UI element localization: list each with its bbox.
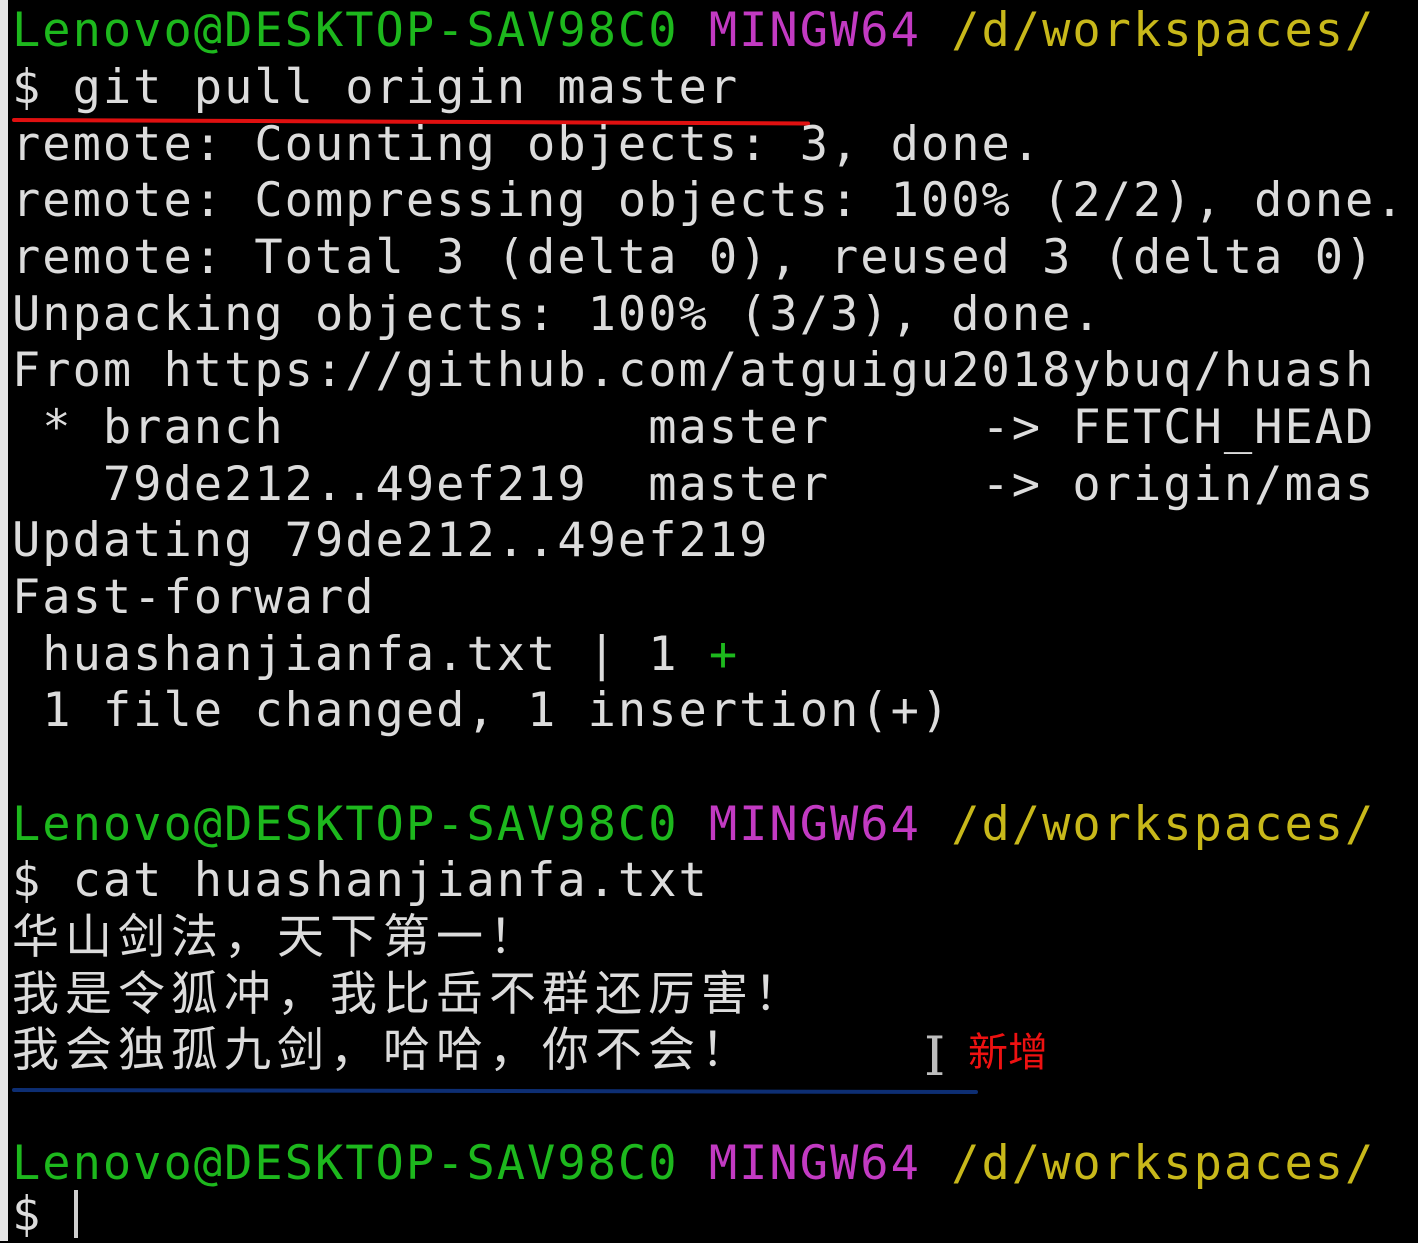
prompt-shell: MINGW64 [708, 3, 921, 58]
output-line: Fast-forward [12, 570, 376, 625]
prompt-line-1: Lenovo@DESKTOP-SAV98C0 MINGW64 /d/worksp… [12, 2, 1375, 59]
prompt-user: Lenovo@DESKTOP-SAV98C0 [12, 1136, 679, 1191]
new-line-annotation: 新增 [968, 1030, 1048, 1076]
diffstat-plus: + [708, 627, 740, 682]
prompt-line-3: Lenovo@DESKTOP-SAV98C0 MINGW64 /d/worksp… [12, 1135, 1375, 1192]
prompt-user: Lenovo@DESKTOP-SAV98C0 [12, 797, 679, 852]
prompt-path: /d/workspaces/ [951, 797, 1376, 852]
output-line: 79de212..49ef219 master -> origin/mas [12, 457, 1376, 512]
output-line: remote: Total 3 (delta 0), reused 3 (del… [12, 230, 1376, 285]
diffstat-summary: 1 file changed, 1 insertion(+) [12, 683, 952, 738]
command-git-pull: $ git pull origin master [12, 60, 740, 115]
output-line: remote: Counting objects: 3, done. [12, 117, 1043, 172]
command-cat: $ cat huashanjianfa.txt [12, 853, 709, 908]
text-cursor [74, 1190, 78, 1238]
blue-underline-annotation [11, 1088, 979, 1095]
output-line: Updating 79de212..49ef219 [12, 513, 770, 568]
output-line: remote: Compressing objects: 100% (2/2),… [12, 173, 1406, 228]
file-content-line-new: 我会独孤九剑，哈哈，你不会！ [12, 1023, 754, 1078]
output-line: From https://github.com/atguigu2018ybuq/… [12, 343, 1376, 398]
prompt-path: /d/workspaces/ [951, 3, 1376, 58]
prompt-line-2: Lenovo@DESKTOP-SAV98C0 MINGW64 /d/worksp… [12, 796, 1375, 853]
diffstat-file: huashanjianfa.txt | 1 [12, 627, 709, 682]
prompt-shell: MINGW64 [708, 1136, 921, 1191]
prompt-shell: MINGW64 [708, 797, 921, 852]
i-beam-icon: I [924, 1025, 946, 1088]
prompt-path: /d/workspaces/ [951, 1136, 1376, 1191]
diffstat-file-line: huashanjianfa.txt | 1 + [12, 626, 739, 683]
output-line: * branch master -> FETCH_HEAD [12, 400, 1376, 455]
command-input-line[interactable]: $ [12, 1186, 73, 1243]
output-line: Unpacking objects: 100% (3/3), done. [12, 287, 1103, 342]
file-content-line: 我是令狐冲，我比岳不群还厉害！ [12, 967, 807, 1022]
file-content-line: 华山剑法，天下第一！ [12, 910, 542, 965]
prompt-user: Lenovo@DESKTOP-SAV98C0 [12, 3, 679, 58]
window-left-edge [0, 0, 8, 1241]
